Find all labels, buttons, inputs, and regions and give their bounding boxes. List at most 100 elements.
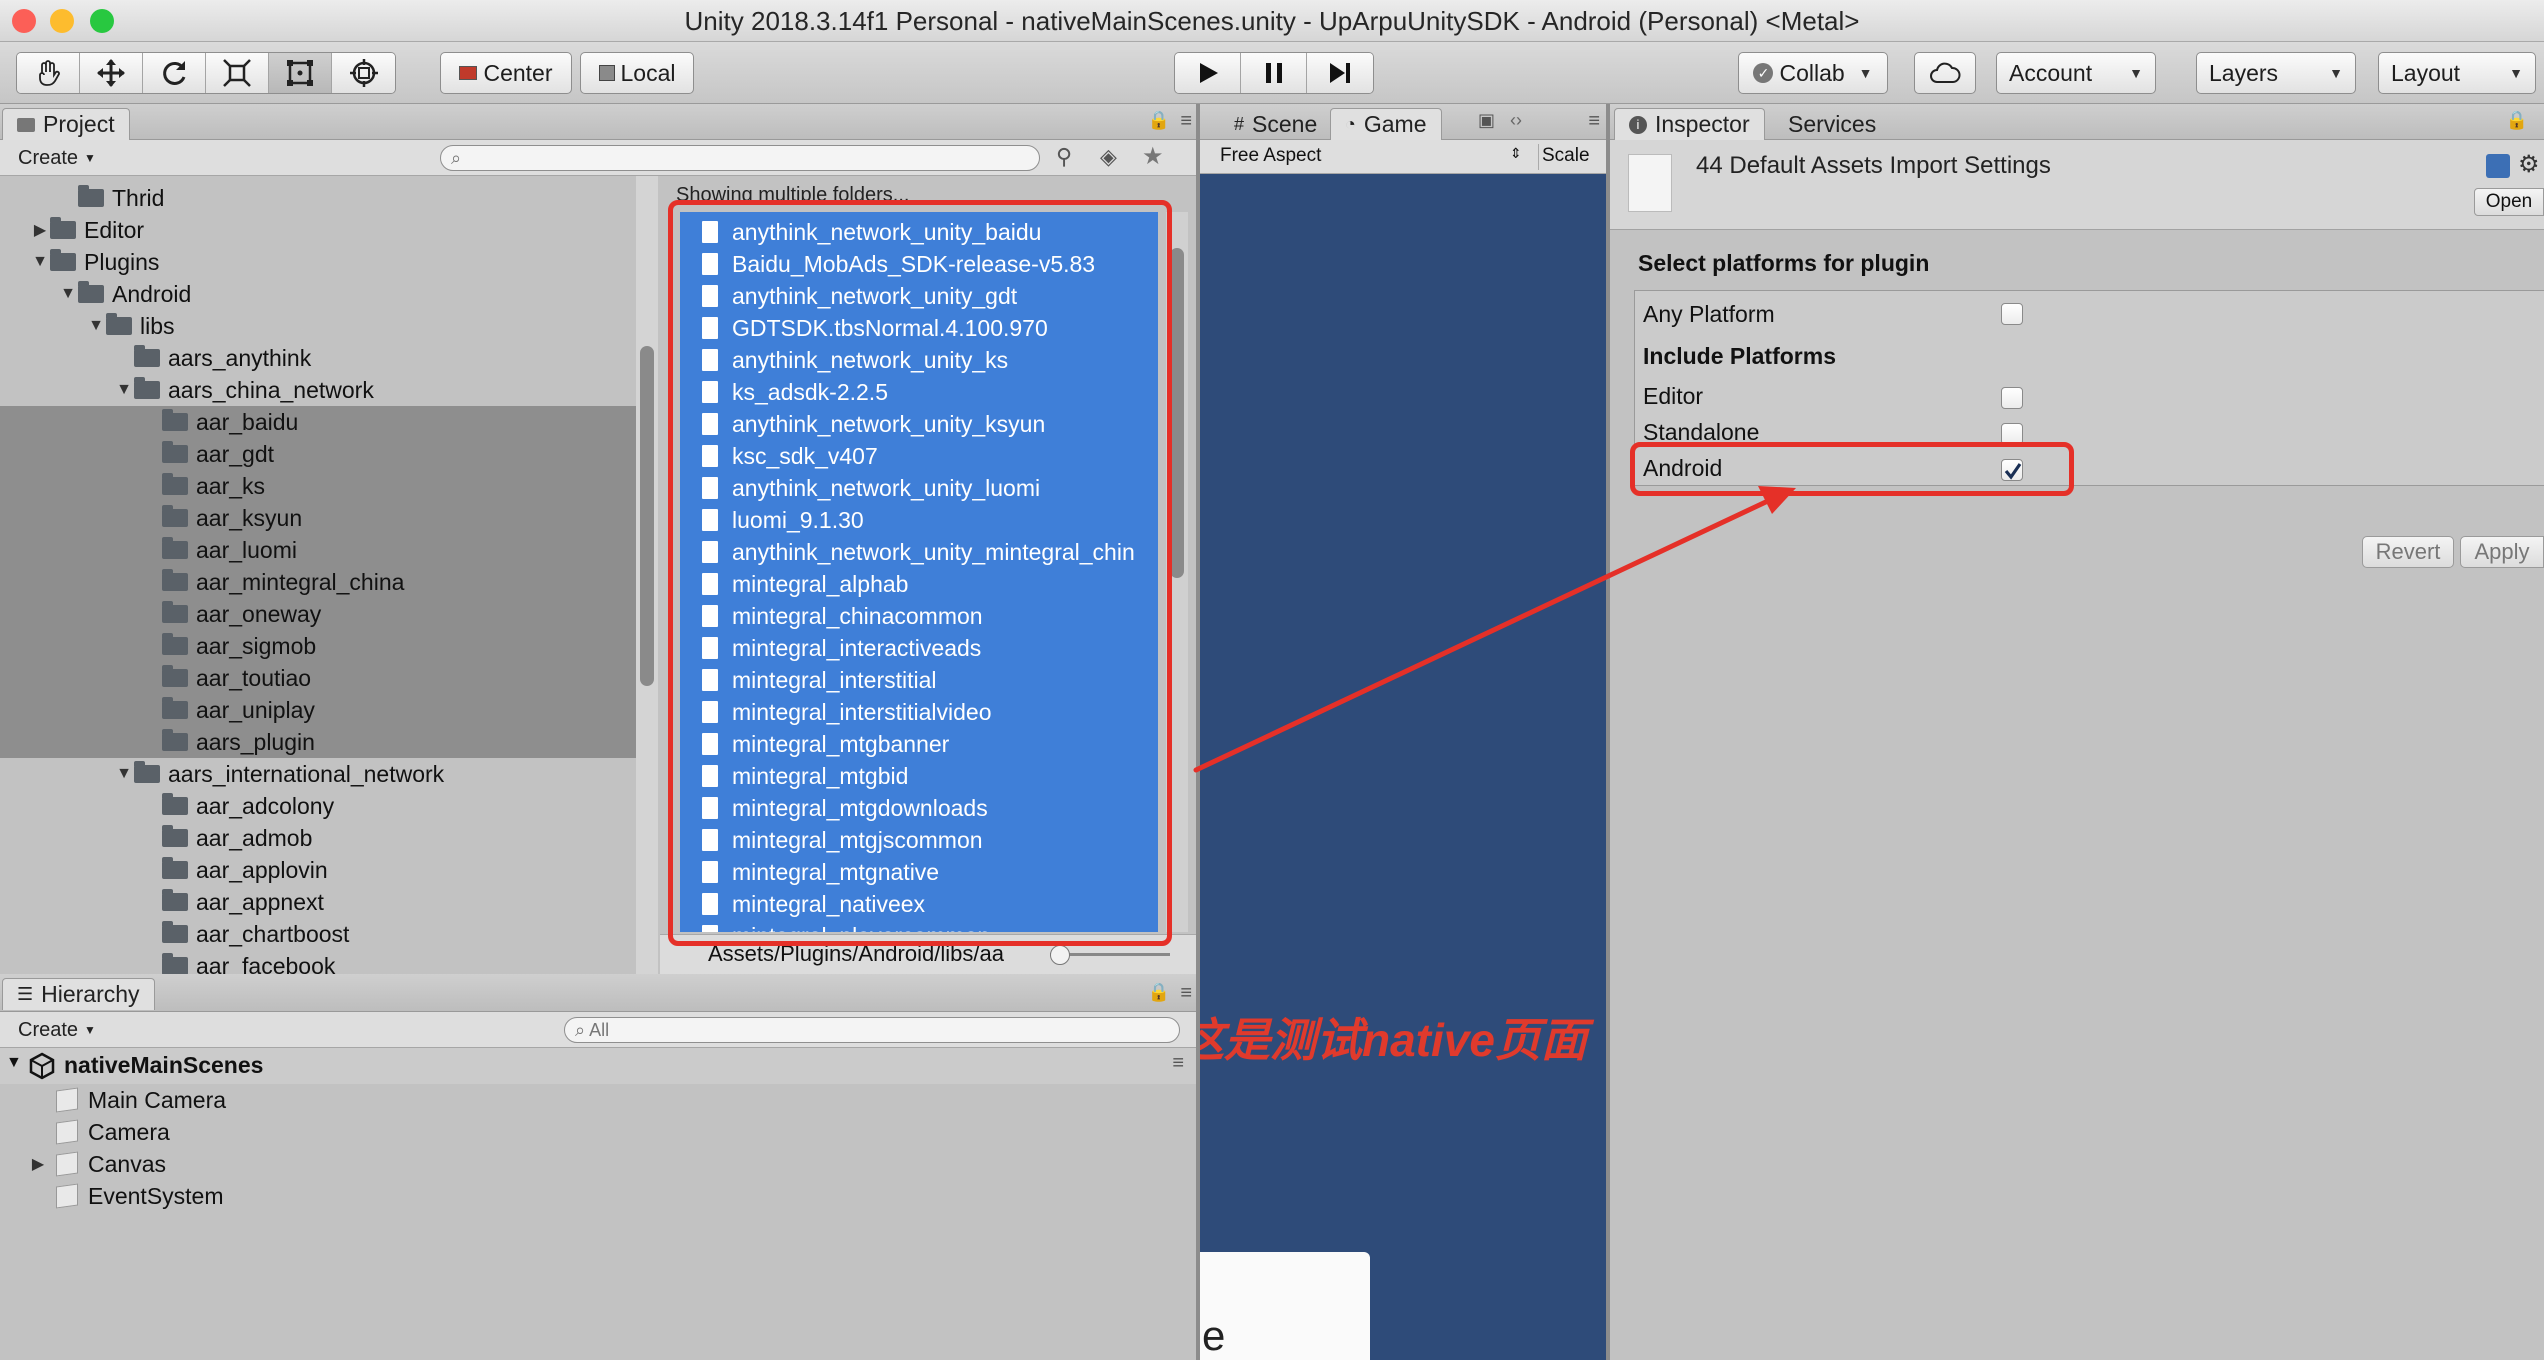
step-icon[interactable] [1307,53,1373,93]
hand-tool-icon[interactable] [17,53,80,93]
zoom-slider-handle[interactable] [1050,945,1070,965]
apply-button[interactable]: Apply [2460,536,2544,568]
tree-folder-item[interactable]: aar_ksyun [0,502,636,534]
tree-folder-label: aar_gdt [196,440,275,467]
panel-menu-icon[interactable]: ≡ [1180,982,1192,1005]
lock-icon[interactable]: 🔒 [2506,110,2528,131]
move-tool-icon[interactable] [80,53,143,93]
lock-icon[interactable]: 🔒 [1148,982,1170,1003]
gameobject-cube-icon [56,1119,78,1145]
tree-folder-item[interactable]: ▼ aars_china_network [0,374,636,406]
tree-folder-label: aar_facebook [196,952,336,975]
hierarchy-item[interactable]: Main Camera [0,1084,1196,1116]
open-button[interactable]: Open [2474,188,2544,216]
tree-folder-item[interactable]: aar_gdt [0,438,636,470]
account-dropdown[interactable]: Account ▼ [1996,52,2156,94]
hierarchy-item[interactable]: Camera [0,1116,1196,1148]
pivot-center-button[interactable]: Center [440,52,572,94]
expand-arrow-icon[interactable]: ▼ [30,253,50,271]
gear-icon[interactable]: ⚙ [2518,150,2540,179]
layout-dropdown[interactable]: Layout ▼ [2378,52,2536,94]
tree-folder-item[interactable]: aar_mintegral_china [0,566,636,598]
play-icon[interactable] [1175,53,1241,93]
tree-folder-item[interactable]: aar_adcolony [0,790,636,822]
tree-folder-item[interactable]: aars_plugin [0,726,636,758]
any-platform-checkbox[interactable] [2001,303,2023,325]
tree-folder-item[interactable]: ▼ Android [0,278,636,310]
scale-tool-icon[interactable] [206,53,269,93]
file-scroll-thumb[interactable] [1170,248,1184,578]
panel-menu-icon[interactable]: ≡ [1180,110,1192,133]
window-title: Unity 2018.3.14f1 Personal - nativeMainS… [684,6,1860,36]
tab-scene[interactable]: # Scene [1220,108,1331,140]
tree-folder-item[interactable]: ▼ aars_international_network [0,758,636,790]
hierarchy-item[interactable]: EventSystem [0,1180,1196,1212]
project-tabbar: Project 🔒 ≡ [0,104,1196,140]
tree-folder-item[interactable]: aar_luomi [0,534,636,566]
tab-inspector[interactable]: i Inspector [1614,108,1765,140]
cloud-button[interactable] [1914,52,1976,94]
tree-folder-item[interactable]: aar_admob [0,822,636,854]
expand-arrow-icon[interactable]: ▼ [86,317,106,335]
tree-folder-label: aar_toutiao [196,664,312,691]
tree-folder-item[interactable]: ▼ libs [0,310,636,342]
tree-folder-item[interactable]: aar_toutiao [0,662,636,694]
space-local-button[interactable]: Local [580,52,694,94]
tag-icon[interactable]: ◈ [1100,144,1117,170]
rect-tool-icon[interactable] [269,53,332,93]
star-icon[interactable]: ★ [1142,142,1164,171]
hierarchy-item[interactable]: ▶ Canvas [0,1148,1196,1180]
project-search-input[interactable]: ⌕ [440,145,1040,171]
expand-arrow-icon[interactable]: ▼ [114,765,134,783]
tree-folder-item[interactable]: aar_uniplay [0,694,636,726]
pivot-icon [459,66,478,80]
expand-arrow-icon[interactable]: ▼ [114,381,134,399]
collab-dropdown[interactable]: ✓ Collab ▼ [1738,52,1888,94]
tree-folder-item[interactable]: aar_oneway [0,598,636,630]
platform-checkbox[interactable] [2001,387,2023,409]
asset-store-icon[interactable]: ▣ [1478,110,1495,131]
tree-folder-item[interactable]: aar_sigmob [0,630,636,662]
pause-icon[interactable] [1241,53,1307,93]
tree-folder-item[interactable]: aar_chartboost [0,918,636,950]
tree-folder-item[interactable]: aar_facebook [0,950,636,974]
transform-tool-icon[interactable] [332,53,395,93]
expand-arrow-icon[interactable]: ▶ [28,1154,48,1174]
tree-folder-item[interactable]: aars_anythink [0,342,636,374]
tree-scrollbar[interactable] [636,176,658,974]
project-create-button[interactable]: Create ▼ [8,144,106,172]
tab-hierarchy[interactable]: ☰ Hierarchy [2,978,155,1010]
scene-menu-icon[interactable]: ≡ [1172,1052,1184,1075]
lock-icon[interactable]: 🔒 [1148,110,1170,131]
folder-icon [162,825,188,847]
revert-button[interactable]: Revert [2362,536,2454,568]
tree-folder-item[interactable]: aar_baidu [0,406,636,438]
expand-arrow-icon[interactable]: ▶ [30,220,50,240]
folder-icon [78,281,104,303]
tab-scroll-arrows-icon[interactable]: ‹› [1510,110,1522,131]
tree-folder-label: aar_applovin [196,856,328,883]
rotate-tool-icon[interactable] [143,53,206,93]
tab-services[interactable]: Services [1774,108,1890,140]
subbar-separator [1538,144,1539,170]
scene-root-row[interactable]: ▼ nativeMainScenes ≡ [0,1048,1196,1084]
tree-folder-item[interactable]: aar_applovin [0,854,636,886]
tab-project[interactable]: Project [2,108,130,140]
hierarchy-search-input[interactable]: ⌕ All [564,1017,1180,1043]
tree-folder-item[interactable]: ▼ Plugins [0,246,636,278]
folder-icon [162,601,188,623]
expand-arrow-icon[interactable]: ▼ [6,1054,22,1072]
expand-arrow-icon[interactable]: ▼ [58,285,78,303]
hierarchy-create-button[interactable]: Create ▼ [8,1016,106,1044]
filter-type-icon[interactable]: ⚲ [1056,144,1072,170]
tree-scroll-thumb[interactable] [640,346,654,686]
tree-folder-item[interactable]: aar_ks [0,470,636,502]
panel-menu-icon[interactable]: ≡ [1588,110,1600,133]
layers-dropdown[interactable]: Layers ▼ [2196,52,2356,94]
help-book-icon[interactable] [2486,154,2510,178]
tree-folder-item[interactable]: Thrid [0,182,636,214]
tree-folder-item[interactable]: ▶ Editor [0,214,636,246]
tree-folder-item[interactable]: aar_appnext [0,886,636,918]
tab-game[interactable]: ◔ Game [1330,108,1442,140]
aspect-dropdown[interactable]: Free Aspect [1220,145,1321,167]
